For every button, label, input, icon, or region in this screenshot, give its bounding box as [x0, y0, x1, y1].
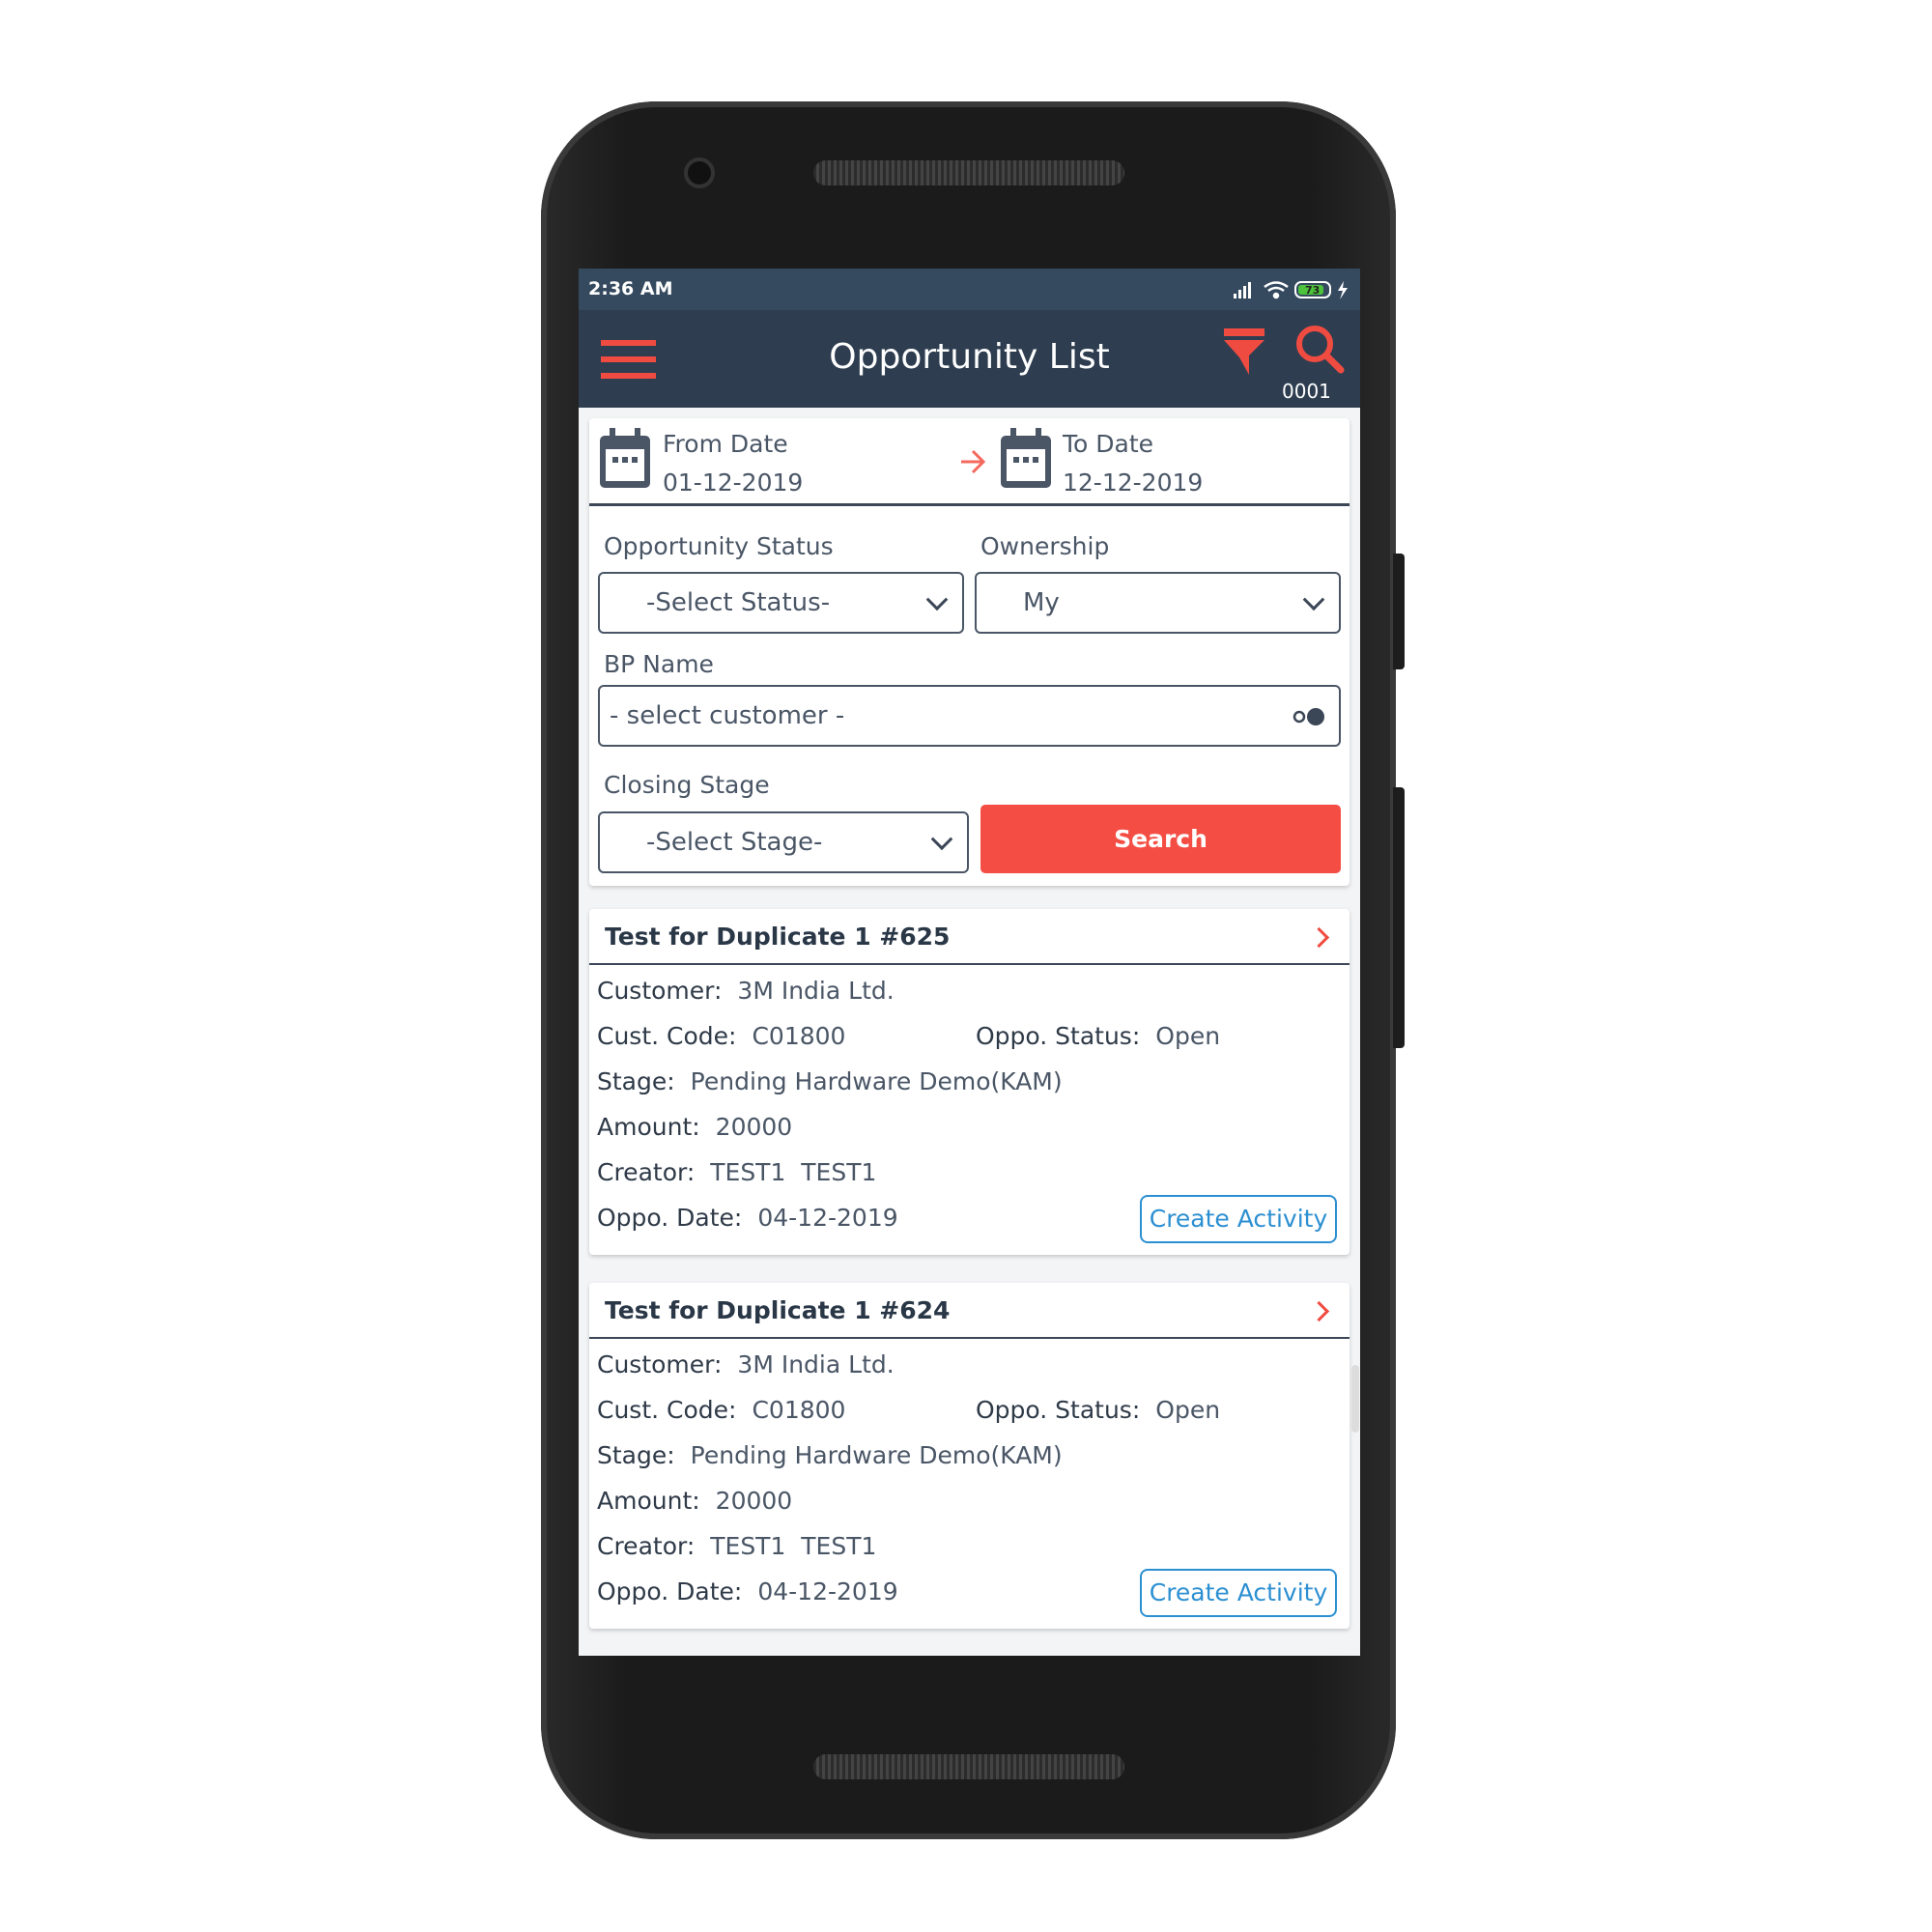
bp-name-input[interactable]: - select customer -: [598, 685, 1341, 747]
filter-panel: From Date 01-12-2019 To Date 12-12-2019 …: [589, 418, 1350, 886]
stage-row: Stage: Pending Hardware Demo(KAM): [597, 1441, 1063, 1469]
charging-icon: [1338, 281, 1348, 299]
customer-row: Customer: 3M India Ltd.: [597, 977, 895, 1005]
divider: [589, 963, 1350, 965]
stage-row: Stage: Pending Hardware Demo(KAM): [597, 1067, 1063, 1095]
amount-row: Amount: 20000: [597, 1113, 793, 1141]
chevron-down-icon: [925, 588, 949, 611]
search-button[interactable]: Search: [980, 805, 1341, 873]
opportunity-card[interactable]: Test for Duplicate 1 #625 Customer: 3M In…: [589, 909, 1350, 1255]
filter-icon[interactable]: [1222, 327, 1266, 377]
cust-code-row: Cust. Code: C01800: [597, 1396, 846, 1424]
svg-text:73: 73: [1305, 284, 1320, 297]
bp-name-placeholder: - select customer -: [610, 701, 845, 730]
ownership-select[interactable]: My: [975, 572, 1341, 634]
to-date-picker[interactable]: To Date 12-12-2019: [995, 418, 1350, 503]
opportunity-title: Test for Duplicate 1 #625: [605, 923, 951, 951]
closing-stage-label: Closing Stage: [604, 771, 770, 799]
search-icon[interactable]: [1294, 324, 1345, 374]
chevron-down-icon: [1302, 588, 1325, 611]
record-count: 0001: [1282, 380, 1331, 403]
status-select-value: -Select Status-: [646, 588, 831, 617]
customer-row: Customer: 3M India Ltd.: [597, 1350, 895, 1378]
oppo-status-row: Oppo. Status: Open: [976, 1396, 1221, 1424]
opportunity-card[interactable]: Test for Duplicate 1 #624 Customer: 3M In…: [589, 1283, 1350, 1629]
chevron-down-icon: [930, 828, 953, 851]
creator-row: Creator: TEST1 TEST1: [597, 1532, 877, 1560]
volume-button: [1393, 554, 1405, 669]
to-date-value: 12-12-2019: [1063, 469, 1204, 497]
chevron-right-icon[interactable]: [1308, 1300, 1330, 1322]
chevron-right-icon[interactable]: [1308, 926, 1330, 949]
oppo-status-row: Oppo. Status: Open: [976, 1022, 1221, 1050]
status-select[interactable]: -Select Status-: [598, 572, 964, 634]
bp-name-label: BP Name: [604, 650, 714, 678]
earpiece-speaker: [813, 160, 1124, 185]
from-date-picker[interactable]: From Date 01-12-2019: [589, 418, 976, 503]
arrow-right-icon: [961, 449, 986, 474]
app-header: Opportunity List 0001: [579, 310, 1360, 408]
from-date-label: From Date: [663, 430, 788, 458]
calendar-icon: [1001, 428, 1051, 488]
to-date-label: To Date: [1063, 430, 1154, 458]
opportunity-title: Test for Duplicate 1 #624: [605, 1296, 951, 1324]
oppo-date-row: Oppo. Date: 04-12-2019: [597, 1577, 898, 1605]
divider: [589, 503, 1350, 506]
stage-select-value: -Select Stage-: [646, 828, 823, 857]
wifi-icon: [1264, 281, 1289, 299]
front-camera: [684, 157, 715, 188]
create-activity-button[interactable]: Create Activity: [1140, 1569, 1337, 1617]
ownership-select-value: My: [1023, 588, 1060, 617]
from-date-value: 01-12-2019: [663, 469, 804, 497]
bottom-speaker: [813, 1754, 1124, 1779]
signal-icon: [1234, 282, 1251, 298]
clock: 2:36 AM: [588, 278, 673, 299]
scrollbar[interactable]: [1351, 1365, 1359, 1433]
power-button: [1393, 787, 1405, 1048]
calendar-icon: [600, 428, 650, 488]
stage-select[interactable]: -Select Stage-: [598, 811, 969, 873]
status-bar: 2:36 AM 73: [579, 269, 1360, 310]
status-label: Opportunity Status: [604, 532, 834, 560]
divider: [589, 1337, 1350, 1339]
screen: 2:36 AM 73 Opportunity List 0001 From Da…: [579, 269, 1360, 1656]
create-activity-button[interactable]: Create Activity: [1140, 1195, 1337, 1243]
amount-row: Amount: 20000: [597, 1487, 793, 1515]
battery-icon: 73: [1294, 281, 1331, 298]
toggle-icon[interactable]: [1293, 706, 1327, 727]
status-icons: 73: [1234, 281, 1348, 299]
cust-code-row: Cust. Code: C01800: [597, 1022, 846, 1050]
ownership-label: Ownership: [980, 532, 1110, 560]
oppo-date-row: Oppo. Date: 04-12-2019: [597, 1204, 898, 1232]
creator-row: Creator: TEST1 TEST1: [597, 1158, 877, 1186]
